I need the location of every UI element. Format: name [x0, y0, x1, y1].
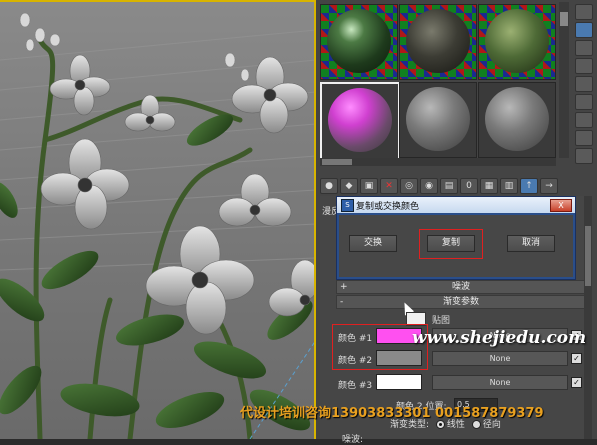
material-sphere [485, 87, 549, 151]
color2-map-checkbox[interactable]: ✓ [571, 353, 582, 364]
color2-map-button[interactable]: None [432, 351, 568, 366]
radio-radial[interactable] [471, 420, 481, 429]
scrollbar-thumb[interactable] [585, 226, 591, 286]
material-sphere [406, 9, 470, 73]
uv-tiling-icon[interactable] [575, 58, 593, 74]
rollout-title: 渐变参数 [442, 297, 479, 307]
dialog-title: 复制或交换颜色 [356, 202, 420, 212]
go-forward-sibling-icon[interactable]: → [540, 178, 558, 194]
select-by-material-icon[interactable] [575, 130, 593, 146]
parameters-scrollbar[interactable] [584, 196, 592, 439]
sample-slots [320, 4, 556, 160]
slots-vertical-scrollbar[interactable] [559, 2, 569, 158]
make-unique-icon[interactable]: ◉ [420, 178, 438, 194]
radio-linear-label: 线性 [446, 420, 465, 430]
reset-map-icon[interactable]: ✕ [380, 178, 398, 194]
sample-slot-2[interactable] [399, 4, 477, 80]
slots-horizontal-scrollbar[interactable] [320, 158, 556, 166]
scrollbar-thumb[interactable] [560, 12, 568, 26]
viewport-3d[interactable] [0, 0, 316, 439]
watermark-ad: 代设计培训咨询13903833301 001587879379 [240, 406, 544, 421]
video-color-check-icon[interactable] [575, 76, 593, 92]
cancel-button[interactable]: 取消 [507, 235, 555, 252]
scrollbar-thumb[interactable] [322, 159, 352, 165]
material-sphere [406, 87, 470, 151]
gradient-type-label: 渐变类型: [390, 420, 430, 430]
material-sphere [327, 9, 391, 73]
watermark-url: www.shejiedu.com [412, 328, 587, 348]
color3-label: 颜色 #3 [338, 381, 373, 391]
sample-slot-4-selected[interactable] [320, 82, 400, 160]
color3-map-button[interactable]: None [432, 375, 568, 390]
sample-slot-1[interactable] [320, 4, 398, 80]
annotation-highlight-copy [419, 229, 483, 259]
material-sphere [485, 9, 549, 73]
color3-swatch[interactable] [376, 374, 422, 390]
backlight-icon[interactable] [575, 22, 593, 38]
expand-toggle: + [340, 282, 348, 292]
radio-linear[interactable] [435, 420, 445, 429]
options-icon[interactable] [575, 112, 593, 128]
assign-to-selection-icon[interactable]: ▣ [360, 178, 378, 194]
sample-slot-6[interactable] [478, 82, 556, 158]
map-column-label: 贴图 [432, 316, 451, 326]
material-toolbar: ● ◆ ▣ ✕ ◎ ◉ ▤ 0 ▦ ▥ ↑ → [320, 178, 590, 194]
show-map-icon[interactable]: ▦ [480, 178, 498, 194]
material-sphere [328, 88, 392, 152]
app-icon: S [341, 199, 354, 212]
get-material-icon[interactable]: ● [320, 178, 338, 194]
dialog-titlebar[interactable]: S 复制或交换颜色 X [337, 197, 575, 213]
radio-radial-label: 径向 [482, 420, 501, 430]
side-toolbar [574, 2, 594, 164]
close-button[interactable]: X [550, 199, 572, 212]
make-preview-icon[interactable] [575, 94, 593, 110]
viewport-active-border-top [0, 0, 316, 2]
gradient-params-rollout-header[interactable]: - 渐变参数 [336, 295, 586, 309]
put-to-library-icon[interactable]: ▤ [440, 178, 458, 194]
material-map-navigator-icon[interactable] [575, 148, 593, 164]
go-to-parent-icon[interactable]: ↑ [520, 178, 538, 194]
sample-slot-5[interactable] [399, 82, 477, 158]
background-icon[interactable] [575, 40, 593, 56]
sample-slot-3[interactable] [478, 4, 556, 80]
collapse-toggle: - [340, 297, 344, 307]
copy-material-icon[interactable]: ◎ [400, 178, 418, 194]
noise-rollout-header[interactable]: + 噪波 [336, 280, 586, 294]
color3-map-checkbox[interactable]: ✓ [571, 377, 582, 388]
material-id-icon[interactable]: 0 [460, 178, 478, 194]
rollout-title: 噪波 [451, 282, 470, 292]
flower-render [0, 12, 316, 439]
show-end-result-icon[interactable]: ▥ [500, 178, 518, 194]
put-to-scene-icon[interactable]: ◆ [340, 178, 358, 194]
sample-type-icon[interactable] [575, 4, 593, 20]
swap-button[interactable]: 交换 [349, 235, 397, 252]
